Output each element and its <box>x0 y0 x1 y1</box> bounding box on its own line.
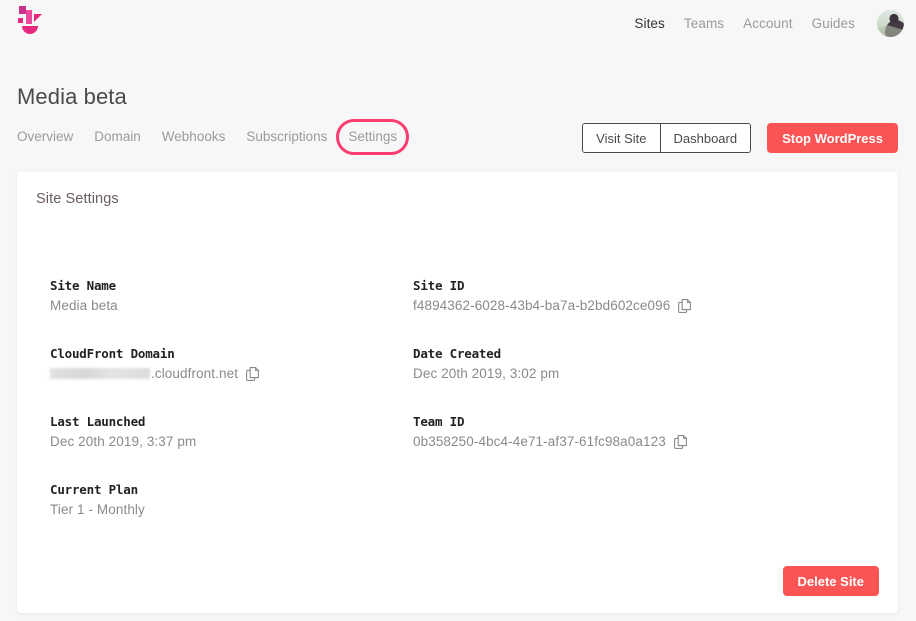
page-title: Media beta <box>17 84 127 109</box>
field-label: Current Plan <box>50 482 138 497</box>
page-root: Sites Teams Account Guides Media beta Ov… <box>0 0 916 621</box>
copy-icon[interactable] <box>678 298 692 313</box>
nav-item-account[interactable]: Account <box>743 16 792 31</box>
redacted-domain-prefix <box>50 368 150 379</box>
tab-subscriptions[interactable]: Subscriptions <box>246 128 327 146</box>
settings-field-grid: Site Name Media beta Site ID f4894362-60… <box>50 278 750 517</box>
field-cloudfront-domain: CloudFront Domain .cloudfront.net <box>50 346 413 381</box>
field-value-wrap: f4894362-6028-43b4-ba7a-b2bd602ce096 <box>413 298 750 313</box>
top-bar: Sites Teams Account Guides <box>0 0 916 54</box>
delete-site-wrap: Delete Site <box>782 566 879 596</box>
field-value-wrap: Dec 20th 2019, 3:02 pm <box>413 366 750 381</box>
tab-bar: Overview Domain Webhooks Subscriptions S… <box>17 119 410 155</box>
field-value: 0b358250-4bc4-4e71-af37-61fc98a0a123 <box>413 434 666 449</box>
field-label: Site ID <box>413 278 465 293</box>
site-link-segmented-control: Visit Site Dashboard <box>582 123 752 153</box>
field-value: f4894362-6028-43b4-ba7a-b2bd602ce096 <box>413 298 671 313</box>
card-title: Site Settings <box>36 191 119 207</box>
tab-domain-wrap: Domain <box>94 128 141 146</box>
field-value-wrap: Tier 1 - Monthly <box>50 502 413 517</box>
field-value: Dec 20th 2019, 3:37 pm <box>50 434 197 449</box>
tab-settings-wrap: Settings <box>336 119 410 155</box>
field-value: Tier 1 - Monthly <box>50 502 145 517</box>
field-value-wrap: Dec 20th 2019, 3:37 pm <box>50 434 413 449</box>
logo-icon[interactable] <box>16 6 42 38</box>
avatar[interactable] <box>877 10 904 37</box>
tab-overview-wrap: Overview <box>17 128 73 146</box>
action-buttons: Visit Site Dashboard Stop WordPress <box>582 123 898 153</box>
stop-wordpress-button[interactable]: Stop WordPress <box>767 123 898 153</box>
tab-subscriptions-wrap: Subscriptions <box>246 128 327 146</box>
field-value-wrap: 0b358250-4bc4-4e71-af37-61fc98a0a123 <box>413 434 750 449</box>
tab-settings[interactable]: Settings <box>348 128 397 146</box>
copy-icon[interactable] <box>673 434 687 449</box>
field-label: Site Name <box>50 278 116 293</box>
tab-webhooks-wrap: Webhooks <box>162 128 226 146</box>
field-value-wrap: Media beta <box>50 298 413 313</box>
field-value-wrap: .cloudfront.net <box>50 366 413 381</box>
nav-item-teams[interactable]: Teams <box>684 16 724 31</box>
field-site-name: Site Name Media beta <box>50 278 413 313</box>
field-value: .cloudfront.net <box>151 366 239 381</box>
nav-item-sites[interactable]: Sites <box>634 16 665 31</box>
field-label: Date Created <box>413 346 501 361</box>
dashboard-button[interactable]: Dashboard <box>659 124 751 152</box>
copy-icon[interactable] <box>246 366 260 381</box>
field-value: Media beta <box>50 298 118 313</box>
field-current-plan: Current Plan Tier 1 - Monthly <box>50 482 413 517</box>
field-label: CloudFront Domain <box>50 346 175 361</box>
site-settings-card: Site Settings Site Name Media beta Site … <box>17 172 898 613</box>
tab-webhooks[interactable]: Webhooks <box>162 128 226 146</box>
field-team-id: Team ID 0b358250-4bc4-4e71-af37-61fc98a0… <box>413 414 750 449</box>
field-date-created: Date Created Dec 20th 2019, 3:02 pm <box>413 346 750 381</box>
delete-site-button[interactable]: Delete Site <box>782 566 879 596</box>
field-label: Team ID <box>413 414 465 429</box>
visit-site-button[interactable]: Visit Site <box>583 124 660 152</box>
field-value: Dec 20th 2019, 3:02 pm <box>413 366 560 381</box>
field-last-launched: Last Launched Dec 20th 2019, 3:37 pm <box>50 414 413 449</box>
tab-overview[interactable]: Overview <box>17 128 73 146</box>
field-label: Last Launched <box>50 414 146 429</box>
top-navigation: Sites Teams Account Guides <box>634 10 904 37</box>
field-site-id: Site ID f4894362-6028-43b4-ba7a-b2bd602c… <box>413 278 750 313</box>
tab-domain[interactable]: Domain <box>94 128 141 146</box>
nav-item-guides[interactable]: Guides <box>812 16 855 31</box>
